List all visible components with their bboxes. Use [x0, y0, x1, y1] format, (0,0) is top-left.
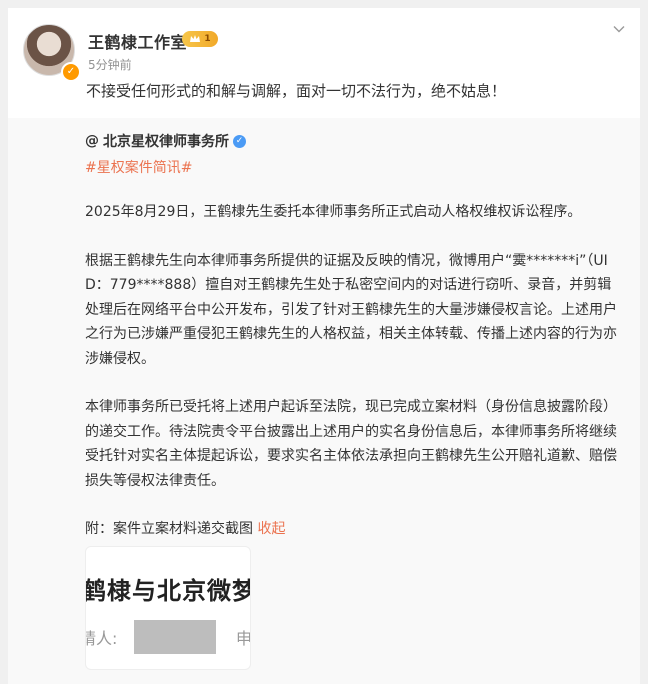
post-text: 不接受任何形式的和解与调解，面对一切不法行为，绝不姑息！	[86, 82, 507, 100]
reposted-content: @ 北京星权律师事务所 ✓ #星权案件简讯# 2025年8月29日，王鹤棣先生委…	[8, 118, 640, 684]
paragraph-2: 根据王鹤棣先生向本律师事务所提供的证据及反映的情况，微博用户“霙*******i…	[85, 252, 617, 367]
paragraph-3: 本律师事务所已受托将上述用户起诉至法院，现已完成立案材料（身份信息披露阶段）的递…	[85, 399, 617, 489]
topic-hashtag[interactable]: #星权案件简讯#	[85, 156, 621, 180]
attachment-label: 附：案件立案材料递交截图	[85, 521, 253, 537]
level-number: 1	[204, 34, 211, 44]
attachment-image[interactable]: 鹤棣与北京微梦 请人: 申	[85, 546, 251, 670]
post-timestamp[interactable]: 5分钟前	[88, 56, 132, 73]
original-author-name[interactable]: 北京星权律师事务所	[103, 131, 229, 151]
chevron-down-icon[interactable]	[612, 22, 626, 36]
verified-icon: ✓	[61, 62, 81, 82]
weibo-post-card: ✓ 王鹤棣工作室 1 5分钟前 不接受任何形式的和解与调解，面对一切不法行为，绝…	[8, 8, 640, 684]
verified-icon: ✓	[233, 134, 246, 148]
redacted-block	[134, 620, 216, 654]
attachment-line: 附：案件立案材料递交截图 收起	[85, 517, 621, 541]
paragraph-1: 2025年8月29日，王鹤棣先生委托本律师事务所正式启动人格权维权诉讼程序。	[85, 204, 582, 220]
original-author-mention[interactable]: @ 北京星权律师事务所 ✓	[85, 130, 621, 152]
image-label-text: 请人:	[86, 629, 118, 648]
image-tail-text: 申	[236, 629, 251, 648]
post-header: ✓ 王鹤棣工作室 1 5分钟前 不接受任何形式的和解与调解，面对一切不法行为，绝…	[8, 8, 640, 118]
at-symbol: @	[85, 133, 99, 149]
level-badge[interactable]: 1	[182, 31, 218, 47]
author-name[interactable]: 王鹤棣工作室	[88, 29, 187, 53]
image-title-text: 鹤棣与北京微梦	[85, 577, 251, 605]
crown-icon	[190, 35, 201, 42]
collapse-link[interactable]: 收起	[257, 521, 285, 537]
